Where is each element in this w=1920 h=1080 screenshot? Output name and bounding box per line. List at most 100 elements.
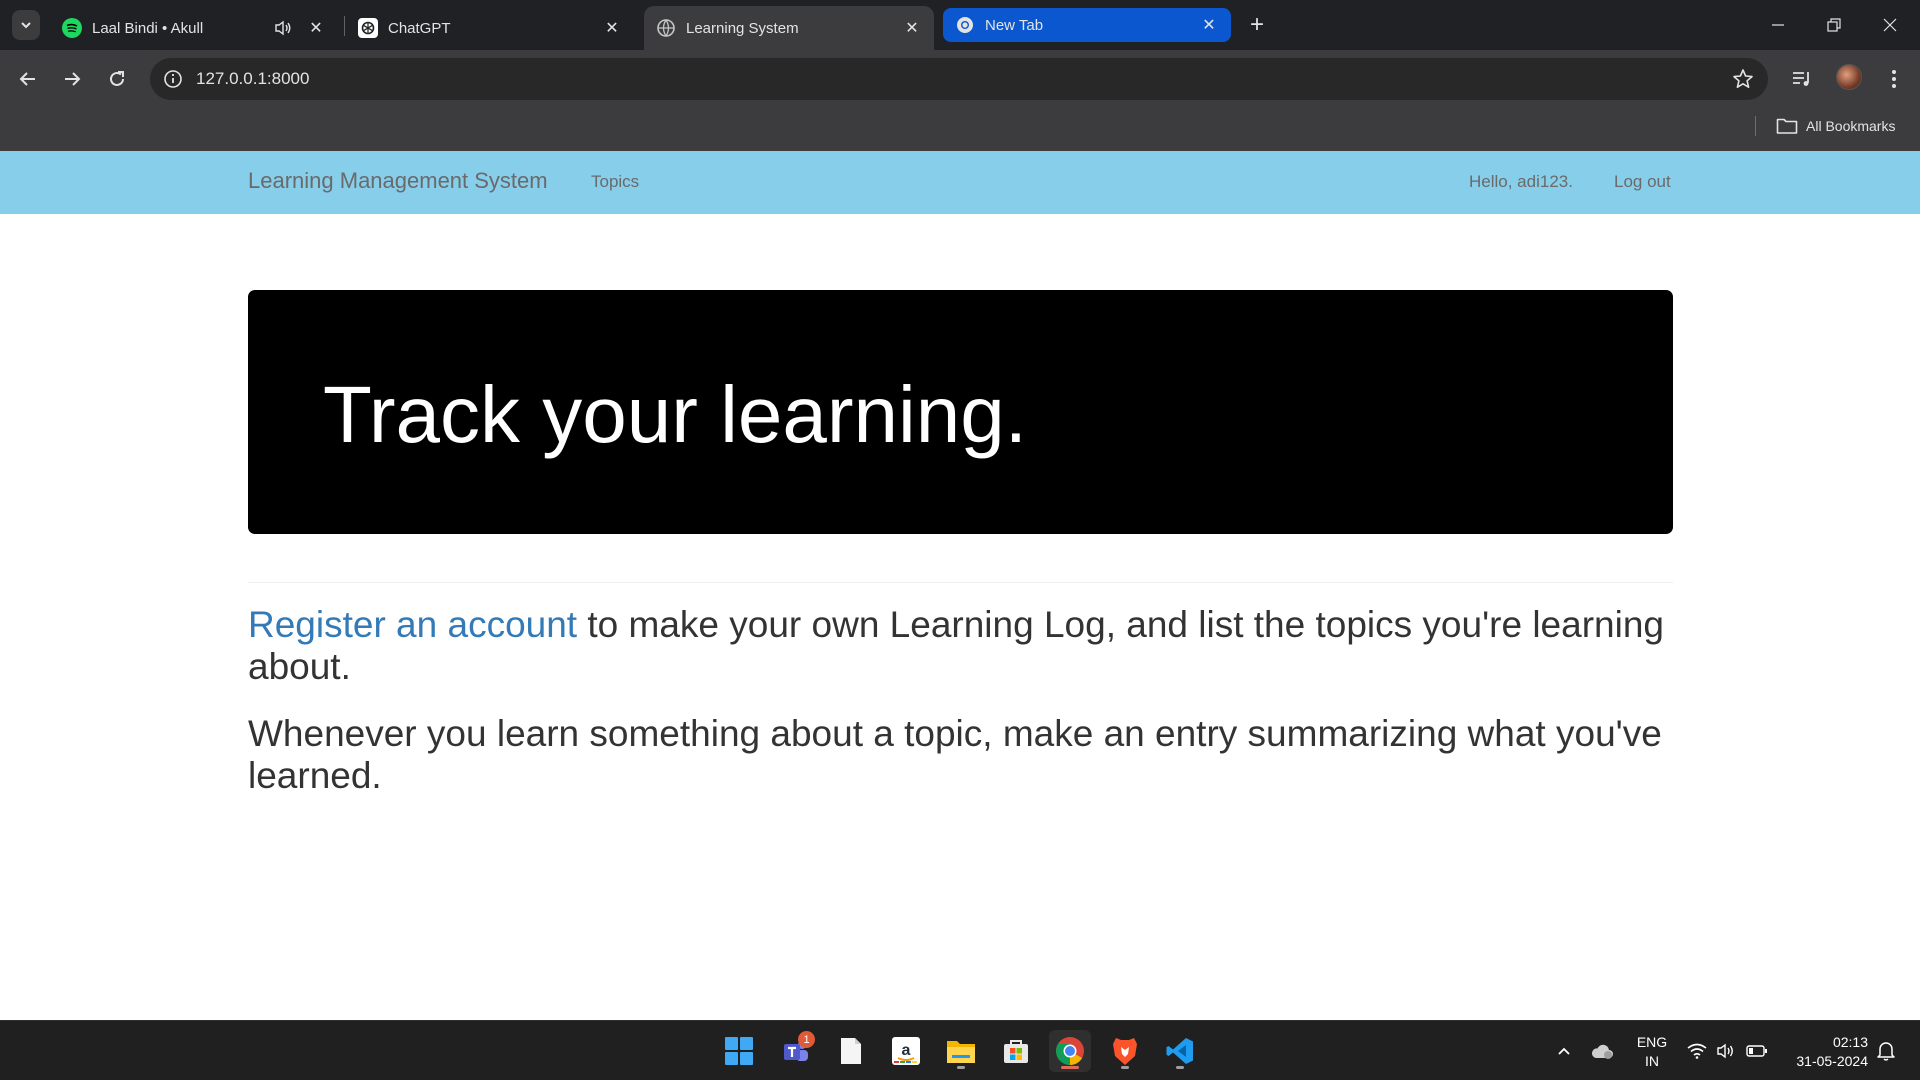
folder-icon xyxy=(947,1041,975,1063)
vscode-button[interactable] xyxy=(1159,1030,1201,1072)
restore-icon xyxy=(1827,18,1841,32)
wifi-icon xyxy=(1687,1043,1707,1059)
active-indicator xyxy=(1061,1066,1079,1069)
bookmarks-separator xyxy=(1755,116,1756,136)
info-icon[interactable] xyxy=(162,68,184,90)
clock-time: 02:13 xyxy=(1832,1034,1868,1050)
show-hidden-icons-button[interactable] xyxy=(1552,1021,1576,1080)
language-code: ENG xyxy=(1636,1034,1668,1050)
minimize-button[interactable] xyxy=(1760,8,1796,42)
minimize-icon xyxy=(1772,24,1784,26)
notifications-button[interactable] xyxy=(1874,1021,1898,1080)
playlist-icon xyxy=(1793,72,1809,86)
site-navbar: Learning Management System Topics Hello,… xyxy=(0,151,1920,214)
arrow-left-icon xyxy=(19,72,35,86)
cloud-icon xyxy=(1591,1044,1613,1059)
tab-new-tab[interactable]: New Tab ✕ xyxy=(943,8,1231,42)
bookmark-star-icon[interactable] xyxy=(1732,68,1754,90)
browser-toolbar: 127.0.0.1:8000 xyxy=(0,50,1920,108)
volume-button[interactable] xyxy=(1714,1021,1738,1080)
tab-title: Laal Bindi • Akull xyxy=(92,19,204,37)
microsoft-store-button[interactable] xyxy=(995,1030,1037,1072)
running-indicator xyxy=(1121,1066,1129,1069)
file-explorer-button[interactable] xyxy=(940,1030,982,1072)
svg-text:a: a xyxy=(902,1042,911,1059)
tab-title: ChatGPT xyxy=(388,19,451,37)
address-bar[interactable]: 127.0.0.1:8000 xyxy=(150,58,1768,100)
logout-link[interactable]: Log out xyxy=(1614,172,1671,192)
close-window-button[interactable] xyxy=(1872,8,1908,42)
all-bookmarks-label: All Bookmarks xyxy=(1806,118,1896,134)
chevron-up-icon xyxy=(1558,1047,1570,1055)
browser-tabstrip: Laal Bindi • Akull ✕ ChatGPT ✕ Learning … xyxy=(0,0,1920,50)
running-indicator xyxy=(957,1066,965,1069)
tab-search-button[interactable] xyxy=(12,10,40,40)
windows-taskbar: 1 a ENG IN 02:13 31-05-2024 xyxy=(0,1020,1920,1080)
battery-icon xyxy=(1746,1045,1767,1057)
running-indicator xyxy=(1176,1066,1184,1069)
all-bookmarks-button[interactable]: All Bookmarks xyxy=(1776,114,1895,138)
register-account-link[interactable]: Register an account xyxy=(248,604,577,645)
chevron-down-icon xyxy=(21,22,31,29)
tab-chatgpt[interactable]: ChatGPT ✕ xyxy=(346,6,634,50)
nav-topics-link[interactable]: Topics xyxy=(591,172,639,192)
reload-button[interactable] xyxy=(101,63,133,95)
region-code: IN xyxy=(1645,1053,1659,1069)
intro-paragraph: Register an account to make your own Lea… xyxy=(248,604,1673,688)
new-tab-button[interactable]: + xyxy=(1244,11,1270,38)
brave-button[interactable] xyxy=(1104,1030,1146,1072)
forward-button[interactable] xyxy=(56,63,88,95)
close-icon[interactable]: ✕ xyxy=(306,18,326,38)
brave-icon xyxy=(1113,1038,1137,1065)
speaker-icon[interactable] xyxy=(272,18,294,38)
amazon-button[interactable]: a xyxy=(885,1030,927,1072)
bell-icon xyxy=(1877,1042,1895,1061)
url-text[interactable]: 127.0.0.1:8000 xyxy=(196,69,309,89)
content-divider xyxy=(248,582,1673,583)
battery-button[interactable] xyxy=(1744,1021,1770,1080)
arrow-right-icon xyxy=(65,72,81,86)
amazon-icon: a xyxy=(892,1037,920,1065)
restore-button[interactable] xyxy=(1816,8,1852,42)
folder-icon xyxy=(1776,118,1798,134)
chrome-icon xyxy=(955,15,975,35)
site-brand-link[interactable]: Learning Management System xyxy=(248,168,548,194)
hero-heading: Track your learning. xyxy=(323,370,1027,459)
browser-menu-button[interactable] xyxy=(1878,63,1910,95)
language-indicator[interactable]: ENG IN xyxy=(1634,1033,1670,1071)
tab-learning-system[interactable]: Learning System ✕ xyxy=(644,6,934,50)
notification-badge: 1 xyxy=(798,1031,815,1048)
chrome-icon xyxy=(1056,1037,1084,1065)
chatgpt-icon xyxy=(358,18,378,38)
user-greeting: Hello, adi123. xyxy=(1469,172,1573,191)
onedrive-button[interactable] xyxy=(1588,1021,1616,1080)
more-vert-icon xyxy=(1892,70,1896,88)
close-icon xyxy=(1883,18,1897,32)
system-clock[interactable]: 02:13 31-05-2024 xyxy=(1784,1033,1868,1071)
spotify-icon xyxy=(62,18,82,38)
notepad-icon xyxy=(841,1038,861,1064)
reload-icon xyxy=(110,71,124,86)
back-button[interactable] xyxy=(12,63,44,95)
tab-title: Learning System xyxy=(686,19,799,37)
speaker-icon xyxy=(1717,1043,1733,1059)
tab-separator xyxy=(344,16,345,36)
start-button[interactable] xyxy=(718,1030,760,1072)
tab-title: New Tab xyxy=(985,16,1044,34)
microsoft-store-icon xyxy=(1004,1040,1028,1063)
close-icon[interactable]: ✕ xyxy=(1199,15,1219,35)
close-icon[interactable]: ✕ xyxy=(602,18,622,38)
close-icon[interactable]: ✕ xyxy=(902,18,922,38)
wifi-button[interactable] xyxy=(1684,1021,1710,1080)
chrome-button[interactable] xyxy=(1049,1030,1091,1072)
teams-button[interactable]: 1 xyxy=(775,1030,817,1072)
notepad-button[interactable] xyxy=(830,1030,872,1072)
hero-banner: Track your learning. xyxy=(248,290,1673,534)
profile-avatar[interactable] xyxy=(1836,64,1862,90)
media-controls-button[interactable] xyxy=(1786,63,1818,95)
entry-paragraph: Whenever you learn something about a top… xyxy=(248,713,1662,796)
globe-icon xyxy=(656,18,676,38)
tab-spotify[interactable]: Laal Bindi • Akull ✕ xyxy=(50,6,338,50)
clock-date: 31-05-2024 xyxy=(1796,1053,1868,1069)
bookmarks-bar: All Bookmarks xyxy=(0,108,1920,151)
